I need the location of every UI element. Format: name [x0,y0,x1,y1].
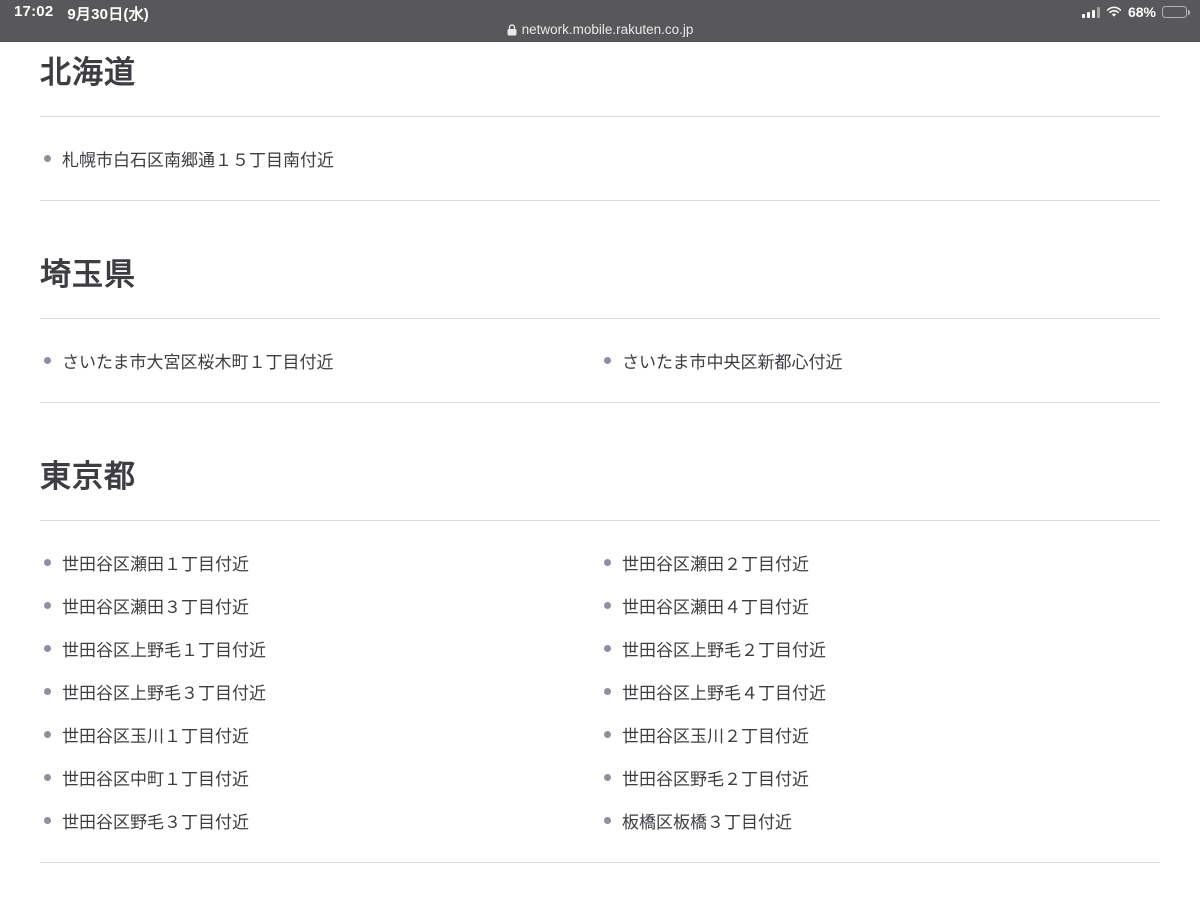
location-list: 世田谷区瀬田１丁目付近 世田谷区瀬田２丁目付近世田谷区瀬田３丁目付近 世田谷区瀬田４… [40,521,1160,862]
bullet-icon [604,602,611,609]
bullet-icon [604,645,611,652]
bullet-icon [44,559,51,566]
bullet-icon [604,559,611,566]
bullet-icon [44,688,51,695]
location-label: 札幌市白石区南郷通１５丁目南付近 [62,146,334,171]
location-list-item: 板橋区板橋３丁目付近 [600,799,1160,842]
location-list-item: 世田谷区瀬田１丁目付近 [40,541,600,584]
location-list: 札幌市白石区南郷通１５丁目南付近 [40,117,1160,200]
browser-top-bar: 17:02 9月30日(水) 68% network.mobile.rakute… [0,0,1200,42]
location-list-item: 札幌市白石区南郷通１５丁目南付近 [40,137,600,180]
bullet-icon [44,155,51,162]
location-list-item: 世田谷区中町１丁目付近 [40,756,600,799]
location-label: 世田谷区上野毛４丁目付近 [622,679,826,704]
prefecture-section: 北海道札幌市白石区南郷通１５丁目南付近 [40,55,1160,201]
battery-percent: 68% [1128,4,1156,20]
location-label: 世田谷区玉川１丁目付近 [62,722,249,747]
bullet-icon [44,645,51,652]
location-label: 世田谷区中町１丁目付近 [62,765,249,790]
status-time: 17:02 [14,3,53,24]
bullet-icon [604,357,611,364]
bullet-icon [44,731,51,738]
location-label: 世田谷区瀬田４丁目付近 [622,593,809,618]
prefecture-section: 東京都世田谷区瀬田１丁目付近世田谷区瀬田２丁目付近世田谷区瀬田３丁目付近世田谷区… [40,459,1160,863]
location-label: 世田谷区上野毛２丁目付近 [622,636,826,661]
location-label: 世田谷区野毛２丁目付近 [622,765,809,790]
battery-icon [1162,6,1190,18]
address-bar-url: network.mobile.rakuten.co.jp [522,22,694,37]
lock-icon [507,24,517,36]
status-bar-left: 17:02 9月30日(水) [14,3,149,24]
location-label: 世田谷区瀬田２丁目付近 [622,550,809,575]
prefecture-section: 埼玉県さいたま市大宮区桜木町１丁目付近 さいたま市中央区新都心付近 [40,257,1160,403]
location-list-item: 世田谷区瀬田２丁目付近 [600,541,1160,584]
location-label: 世田谷区玉川２丁目付近 [622,722,809,747]
location-label: 世田谷区野毛３丁目付近 [62,808,249,833]
bullet-icon [604,731,611,738]
prefecture-heading: 埼玉県 [40,257,1160,293]
address-bar[interactable]: network.mobile.rakuten.co.jp [0,22,1200,37]
bullet-icon [44,817,51,824]
wifi-icon [1106,6,1122,18]
location-label: 世田谷区瀬田３丁目付近 [62,593,249,618]
location-list-item: さいたま市大宮区桜木町１丁目付近 [40,339,600,382]
location-list-item: 世田谷区玉川２丁目付近 [600,713,1160,756]
location-label: 板橋区板橋３丁目付近 [622,808,792,833]
bullet-icon [604,774,611,781]
location-list-item: 世田谷区上野毛１丁目付近 [40,627,600,670]
location-list-item: 世田谷区上野毛２丁目付近 [600,627,1160,670]
prefecture-heading: 北海道 [40,55,1160,91]
status-bar-right: 68% [1082,4,1190,20]
bullet-icon [44,357,51,364]
status-date: 9月30日(水) [67,3,149,24]
location-label: さいたま市大宮区桜木町１丁目付近 [62,348,334,373]
location-list-item: 世田谷区瀬田３丁目付近 [40,584,600,627]
divider [40,862,1160,863]
bullet-icon [604,817,611,824]
location-list-item: 世田谷区野毛３丁目付近 [40,799,600,842]
cellular-signal-icon [1082,7,1100,18]
bullet-icon [44,602,51,609]
prefecture-heading: 東京都 [40,459,1160,495]
divider [40,200,1160,201]
location-list-item: 世田谷区上野毛４丁目付近 [600,670,1160,713]
region-outage-list: 北海道札幌市白石区南郷通１５丁目南付近埼玉県さいたま市大宮区桜木町１丁目付近さい… [0,55,1200,863]
location-list-item: 世田谷区瀬田４丁目付近 [600,584,1160,627]
location-list: さいたま市大宮区桜木町１丁目付近 さいたま市中央区新都心付近 [40,319,1160,402]
location-list-item: 世田谷区玉川１丁目付近 [40,713,600,756]
location-list-item: さいたま市中央区新都心付近 [600,339,1160,382]
bullet-icon [44,774,51,781]
divider [40,402,1160,403]
location-label: 世田谷区上野毛３丁目付近 [62,679,266,704]
location-list-item: 世田谷区野毛２丁目付近 [600,756,1160,799]
location-label: 世田谷区上野毛１丁目付近 [62,636,266,661]
location-label: さいたま市中央区新都心付近 [622,348,843,373]
location-label: 世田谷区瀬田１丁目付近 [62,550,249,575]
bullet-icon [604,688,611,695]
location-list-item: 世田谷区上野毛３丁目付近 [40,670,600,713]
